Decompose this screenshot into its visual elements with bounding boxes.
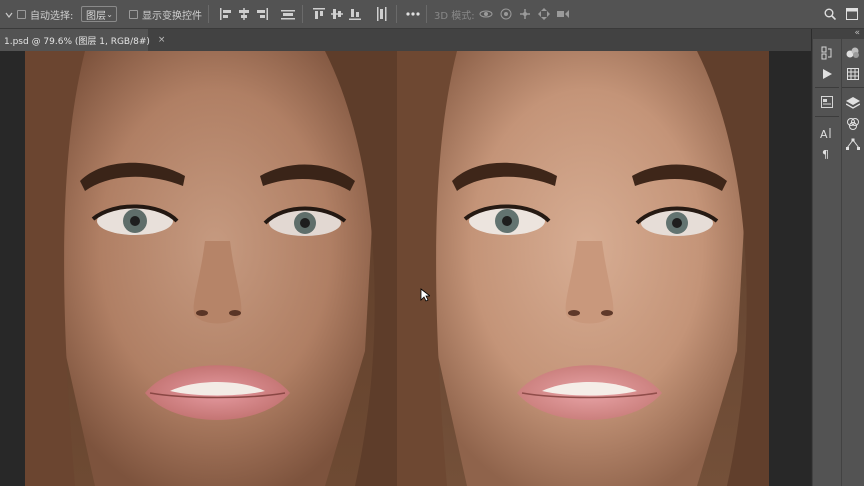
photo-after	[397, 51, 769, 486]
layers-button[interactable]	[845, 95, 861, 111]
workspace-icon	[846, 8, 858, 20]
play-icon	[823, 69, 832, 79]
divider	[815, 87, 839, 88]
divider	[815, 116, 839, 117]
distribute-vcenter-icon	[349, 9, 361, 20]
document-tab-title: 1.psd @ 79.6% (图层 1, RGB/8#)	[4, 36, 150, 47]
document-tab-bar: 1.psd @ 79.6% (图层 1, RGB/8#) ×	[0, 29, 811, 51]
panel-column-1: A ¶	[813, 39, 841, 486]
divider	[208, 5, 209, 23]
show-transform-checkbox[interactable]: 显示变换控件	[129, 0, 202, 29]
close-icon[interactable]: ×	[158, 35, 166, 45]
drag-3d-icon	[520, 9, 530, 19]
auto-select-value: 图层	[86, 10, 106, 22]
svg-text:A: A	[820, 128, 828, 139]
paths-icon	[846, 138, 860, 150]
color-wheel-icon	[846, 47, 859, 58]
auto-select-checkbox[interactable]: 自动选择:	[17, 0, 73, 29]
auto-select-dropdown[interactable]: 图层 ⌄	[81, 6, 117, 22]
paragraph-button[interactable]: ¶	[819, 145, 835, 161]
color-button[interactable]	[845, 45, 861, 61]
search-icon	[824, 8, 836, 20]
scale-3d-icon	[557, 10, 569, 18]
align-hcenter-button[interactable]	[236, 6, 252, 22]
show-transform-label: 显示变换控件	[142, 11, 202, 22]
paragraph-icon: ¶	[822, 148, 829, 159]
options-bar: 自动选择: 图层 ⌄ 显示变换控件 3D 模式:	[0, 0, 864, 29]
document-tab[interactable]: 1.psd @ 79.6% (图层 1, RGB/8#) ×	[0, 29, 165, 51]
align-right-icon	[257, 8, 268, 20]
auto-select-check-box[interactable]	[17, 10, 26, 19]
workspace-button[interactable]	[844, 6, 860, 22]
face-after-image	[397, 51, 769, 486]
actions-button[interactable]	[819, 66, 835, 82]
orbit-3d-icon	[479, 10, 493, 18]
collapse-panels-icon[interactable]: «	[854, 28, 860, 38]
divider	[302, 5, 303, 23]
character-icon: A	[820, 128, 831, 139]
show-transform-check-box[interactable]	[129, 10, 138, 19]
distribute-vcenter-button[interactable]	[347, 6, 363, 22]
scale-3d-button[interactable]	[555, 6, 571, 22]
divider	[396, 5, 397, 23]
tool-preset-arrow[interactable]	[5, 0, 13, 29]
align-top-edges-icon	[281, 10, 295, 20]
svg-text:¶: ¶	[822, 148, 829, 159]
properties-icon	[821, 96, 833, 108]
layers-icon	[846, 97, 860, 109]
roll-3d-icon	[500, 8, 512, 20]
roll-3d-button[interactable]	[498, 6, 514, 22]
channels-icon	[847, 118, 859, 130]
character-button[interactable]: A	[819, 125, 835, 141]
canvas-area[interactable]	[0, 51, 811, 486]
orbit-3d-button[interactable]	[478, 6, 494, 22]
mode-3d-label-wrap: 3D 模式:	[434, 0, 475, 29]
paths-button[interactable]	[845, 136, 861, 152]
divider	[842, 87, 864, 88]
more-options-button[interactable]	[405, 6, 421, 22]
search-button[interactable]	[822, 6, 838, 22]
mouse-cursor-icon	[420, 288, 430, 302]
distribute-top-icon	[313, 8, 325, 19]
swatches-icon	[847, 68, 859, 80]
auto-select-label: 自动选择:	[30, 11, 74, 22]
chevron-down-icon: ⌄	[106, 10, 113, 19]
distribute-top-button[interactable]	[311, 6, 327, 22]
align-bottom-icon	[377, 7, 387, 21]
channels-button[interactable]	[845, 116, 861, 132]
slide-3d-icon	[538, 8, 550, 20]
align-top-edges-button[interactable]	[280, 6, 296, 22]
align-vcenter-icon	[331, 9, 343, 19]
drag-3d-button[interactable]	[517, 6, 533, 22]
panel-column-2	[842, 39, 864, 486]
align-left-button[interactable]	[218, 6, 234, 22]
swatches-button[interactable]	[845, 66, 861, 82]
align-right-button[interactable]	[254, 6, 270, 22]
history-button[interactable]	[819, 45, 835, 61]
slide-3d-button[interactable]	[536, 6, 552, 22]
align-hcenter-icon	[239, 8, 249, 20]
photo-before	[25, 51, 397, 486]
align-bottom-button[interactable]	[373, 6, 389, 22]
align-left-icon	[220, 8, 231, 20]
divider	[426, 5, 427, 23]
more-options-icon	[406, 12, 420, 16]
dropdown-arrow-icon	[5, 12, 13, 18]
mode-3d-label: 3D 模式:	[434, 11, 475, 22]
face-before-image	[25, 51, 397, 486]
align-vcenter-button[interactable]	[329, 6, 345, 22]
history-icon	[821, 46, 832, 60]
properties-button[interactable]	[819, 94, 835, 110]
